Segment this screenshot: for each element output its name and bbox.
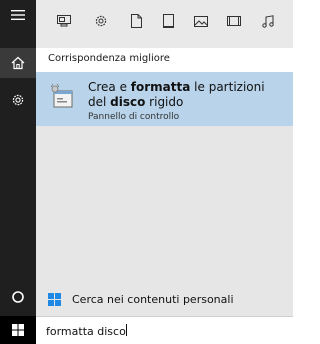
search-filter-bar [36, 0, 293, 48]
search-personal-content[interactable]: Cerca nei contenuti personali [36, 284, 293, 316]
title-text-3: rigido [145, 95, 184, 109]
hamburger-menu-button[interactable] [0, 0, 36, 30]
cortana-icon [12, 291, 24, 303]
settings-filter-button[interactable] [91, 11, 111, 31]
disk-management-icon [50, 83, 73, 108]
start-sidebar [0, 0, 36, 316]
folders-filter-button[interactable] [158, 11, 178, 31]
cortana-button[interactable] [0, 282, 36, 312]
title-bold-2: disco [110, 95, 146, 109]
results-panel: Crea e formatta le partizioni del disco … [36, 72, 293, 284]
best-match-subtitle: Pannello di controllo [88, 112, 180, 122]
music-filter-button[interactable] [258, 11, 278, 31]
best-match-title: Crea e formatta le partizioni del disco … [88, 80, 284, 110]
video-icon [227, 16, 241, 26]
best-match-result[interactable]: Crea e formatta le partizioni del disco … [36, 72, 293, 126]
settings-icon [95, 15, 107, 27]
documents-filter-button[interactable] [126, 11, 146, 31]
title-bold-1: formatta [130, 80, 191, 94]
hamburger-icon [11, 10, 25, 20]
start-button[interactable] [0, 316, 36, 344]
home-icon [11, 56, 25, 70]
windows-logo-icon [48, 293, 61, 306]
photos-filter-button[interactable] [191, 11, 211, 31]
search-input-text: formatta disco [46, 324, 127, 338]
gear-icon [12, 94, 24, 106]
document-icon [130, 14, 142, 28]
photo-icon [194, 15, 208, 27]
text-caret [125, 324, 127, 336]
windows-start-icon [12, 324, 24, 336]
search-personal-label: Cerca nei contenuti personali [72, 293, 234, 306]
music-icon [262, 14, 274, 28]
search-value: formatta disco [46, 325, 126, 338]
search-input[interactable]: formatta disco [36, 316, 293, 344]
best-match-heading: Corrispondenza migliore [48, 53, 170, 64]
apps-icon [57, 15, 71, 27]
folder-icon [162, 14, 174, 28]
title-text-1: Crea e [88, 80, 131, 94]
settings-button[interactable] [0, 85, 36, 115]
videos-filter-button[interactable] [224, 11, 244, 31]
best-match-header: Corrispondenza migliore [36, 48, 293, 72]
home-button[interactable] [0, 48, 36, 78]
apps-filter-button[interactable] [54, 11, 74, 31]
